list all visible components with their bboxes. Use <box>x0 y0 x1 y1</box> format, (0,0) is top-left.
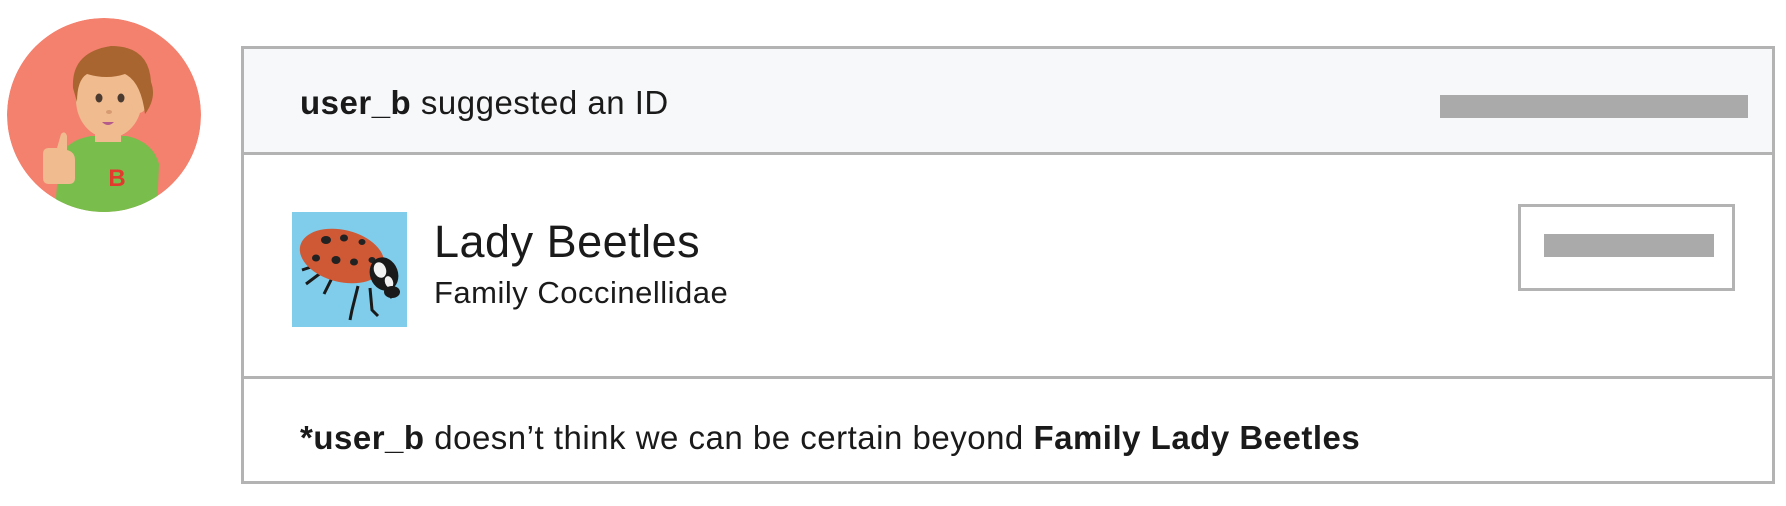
ladybug-icon <box>292 212 407 327</box>
suggestion-action: suggested an ID <box>420 84 669 121</box>
button-placeholder-bar <box>1544 234 1714 257</box>
note-taxon[interactable]: Family Lady Beetles <box>1033 419 1360 456</box>
note-text: doesn’t think we can be certain beyond <box>434 419 1024 456</box>
note-prefix: * <box>300 419 314 456</box>
card-header: user_b suggested an ID <box>244 49 1772 155</box>
identification-card: user_b suggested an ID Lady Beetles Fami… <box>241 46 1775 484</box>
avatar-initial: B <box>108 165 125 192</box>
user-avatar[interactable]: B <box>7 18 201 212</box>
suggestion-title: user_b suggested an ID <box>300 85 669 121</box>
username-link[interactable]: user_b <box>300 84 411 121</box>
taxon-photo[interactable] <box>292 212 407 327</box>
disagreement-note: *user_b doesn’t think we can be certain … <box>300 420 1360 456</box>
taxon-common-name[interactable]: Lady Beetles <box>434 217 700 267</box>
agree-button[interactable] <box>1518 204 1735 291</box>
header-placeholder-bar <box>1440 95 1748 118</box>
note-username[interactable]: user_b <box>313 419 424 456</box>
taxon-scientific-name: Family Coccinellidae <box>434 275 729 310</box>
user-avatar-icon: B <box>7 18 201 212</box>
taxon-section: Lady Beetles Family Coccinellidae <box>244 155 1772 379</box>
